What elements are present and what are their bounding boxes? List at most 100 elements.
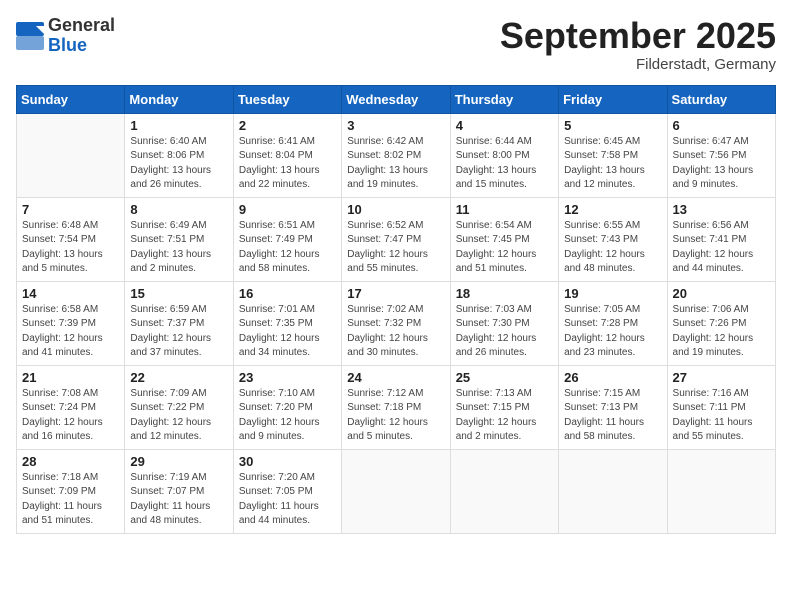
calendar-cell [667,449,775,533]
calendar-cell: 16 Sunrise: 7:01 AMSunset: 7:35 PMDayligh… [233,281,341,365]
day-number: 12 [564,202,661,217]
day-number: 11 [456,202,553,217]
calendar-body: 1 Sunrise: 6:40 AMSunset: 8:06 PMDaylight… [17,113,776,533]
calendar-cell: 17Sunrise: 7:02 AMSunset: 7:32 PMDayligh… [342,281,450,365]
day-number: 9 [239,202,336,217]
calendar-cell: 27Sunrise: 7:16 AMSunset: 7:11 PMDayligh… [667,365,775,449]
weekday-header-thursday: Thursday [450,85,558,113]
weekday-header-friday: Friday [559,85,667,113]
day-number: 5 [564,118,661,133]
day-info: Sunrise: 7:08 AMSunset: 7:24 PMDaylight:… [22,387,119,445]
calendar-cell: 18 Sunrise: 7:03 AMSunset: 7:30 PMDayligh… [450,281,558,365]
day-number: 26 [564,370,661,385]
location-text: Filderstadt, Germany [500,56,776,73]
day-number: 3 [347,118,444,133]
weekday-header-monday: Monday [125,85,233,113]
calendar-header: SundayMondayTuesdayWednesdayThursdayFrid… [17,85,776,113]
day-info: Sunrise: 6:55 AMSunset: 7:43 PMDaylight:… [564,219,661,277]
day-number: 21 [22,370,119,385]
calendar-cell: 23Sunrise: 7:10 AMSunset: 7:20 PMDayligh… [233,365,341,449]
day-info: Sunrise: 6:48 AMSunset: 7:54 PMDaylight:… [22,219,119,277]
week-row-4: 21 Sunrise: 7:08 AMSunset: 7:24 PMDayligh… [17,365,776,449]
day-number: 13 [673,202,770,217]
day-info: Sunrise: 7:03 AMSunset: 7:30 PMDaylight:… [456,303,553,361]
day-info: Sunrise: 7:13 AMSunset: 7:15 PMDaylight:… [456,387,553,445]
day-number: 7 [22,202,119,217]
calendar-cell: 21 Sunrise: 7:08 AMSunset: 7:24 PMDayligh… [17,365,125,449]
day-number: 16 [239,286,336,301]
week-row-2: 7 Sunrise: 6:48 AMSunset: 7:54 PMDaylight… [17,197,776,281]
day-info: Sunrise: 7:16 AMSunset: 7:11 PMDaylight:… [673,387,770,445]
weekday-header-saturday: Saturday [667,85,775,113]
day-number: 15 [130,286,227,301]
day-info: Sunrise: 7:01 AMSunset: 7:35 PMDaylight:… [239,303,336,361]
calendar-cell [17,113,125,197]
day-info: Sunrise: 7:15 AMSunset: 7:13 PMDaylight:… [564,387,661,445]
day-number: 28 [22,454,119,469]
calendar-cell: 15Sunrise: 6:59 AMSunset: 7:37 PMDayligh… [125,281,233,365]
logo-icon [16,22,44,50]
day-number: 14 [22,286,119,301]
day-number: 25 [456,370,553,385]
day-info: Sunrise: 7:12 AMSunset: 7:18 PMDaylight:… [347,387,444,445]
day-number: 30 [239,454,336,469]
calendar-cell [342,449,450,533]
day-number: 29 [130,454,227,469]
day-info: Sunrise: 6:41 AMSunset: 8:04 PMDaylight:… [239,135,336,193]
day-number: 19 [564,286,661,301]
calendar-cell: 4Sunrise: 6:44 AMSunset: 8:00 PMDaylight… [450,113,558,197]
calendar-cell: 6Sunrise: 6:47 AMSunset: 7:56 PMDaylight… [667,113,775,197]
calendar-cell: 5Sunrise: 6:45 AMSunset: 7:58 PMDaylight… [559,113,667,197]
day-number: 17 [347,286,444,301]
calendar-cell: 2 Sunrise: 6:41 AMSunset: 8:04 PMDaylight… [233,113,341,197]
calendar-cell: 24 Sunrise: 7:12 AMSunset: 7:18 PMDayligh… [342,365,450,449]
day-info: Sunrise: 7:18 AMSunset: 7:09 PMDaylight:… [22,471,119,529]
day-number: 8 [130,202,227,217]
title-block: September 2025 Filderstadt, Germany [500,16,776,73]
calendar-cell: 19 Sunrise: 7:05 AMSunset: 7:28 PMDayligh… [559,281,667,365]
day-number: 2 [239,118,336,133]
weekday-header-tuesday: Tuesday [233,85,341,113]
calendar-cell: 3 Sunrise: 6:42 AMSunset: 8:02 PMDaylight… [342,113,450,197]
day-number: 10 [347,202,444,217]
month-title: September 2025 [500,16,776,56]
logo: General Blue [16,16,115,56]
day-info: Sunrise: 7:05 AMSunset: 7:28 PMDaylight:… [564,303,661,361]
day-number: 1 [130,118,227,133]
calendar-cell: 20 Sunrise: 7:06 AMSunset: 7:26 PMDayligh… [667,281,775,365]
calendar-cell [450,449,558,533]
calendar-cell [559,449,667,533]
logo-general-text: General [48,16,115,36]
day-info: Sunrise: 7:09 AMSunset: 7:22 PMDaylight:… [130,387,227,445]
day-info: Sunrise: 6:49 AMSunset: 7:51 PMDaylight:… [130,219,227,277]
day-number: 24 [347,370,444,385]
calendar-cell: 1 Sunrise: 6:40 AMSunset: 8:06 PMDaylight… [125,113,233,197]
page-header: General Blue September 2025 Filderstadt,… [16,16,776,73]
day-info: Sunrise: 6:52 AMSunset: 7:47 PMDaylight:… [347,219,444,277]
calendar-cell: 7 Sunrise: 6:48 AMSunset: 7:54 PMDaylight… [17,197,125,281]
day-number: 20 [673,286,770,301]
week-row-3: 14Sunrise: 6:58 AMSunset: 7:39 PMDayligh… [17,281,776,365]
day-info: Sunrise: 6:40 AMSunset: 8:06 PMDaylight:… [130,135,227,193]
calendar-cell: 29Sunrise: 7:19 AMSunset: 7:07 PMDayligh… [125,449,233,533]
day-info: Sunrise: 6:51 AMSunset: 7:49 PMDaylight:… [239,219,336,277]
calendar-cell: 28 Sunrise: 7:18 AMSunset: 7:09 PMDayligh… [17,449,125,533]
calendar-cell: 10 Sunrise: 6:52 AMSunset: 7:47 PMDayligh… [342,197,450,281]
calendar-cell: 30Sunrise: 7:20 AMSunset: 7:05 PMDayligh… [233,449,341,533]
day-number: 4 [456,118,553,133]
calendar-cell: 12 Sunrise: 6:55 AMSunset: 7:43 PMDayligh… [559,197,667,281]
calendar-cell: 22 Sunrise: 7:09 AMSunset: 7:22 PMDayligh… [125,365,233,449]
day-info: Sunrise: 6:42 AMSunset: 8:02 PMDaylight:… [347,135,444,193]
day-number: 18 [456,286,553,301]
day-info: Sunrise: 7:06 AMSunset: 7:26 PMDaylight:… [673,303,770,361]
calendar-cell: 25 Sunrise: 7:13 AMSunset: 7:15 PMDayligh… [450,365,558,449]
day-number: 6 [673,118,770,133]
weekday-row: SundayMondayTuesdayWednesdayThursdayFrid… [17,85,776,113]
day-info: Sunrise: 6:54 AMSunset: 7:45 PMDaylight:… [456,219,553,277]
week-row-1: 1 Sunrise: 6:40 AMSunset: 8:06 PMDaylight… [17,113,776,197]
calendar-cell: 8 Sunrise: 6:49 AMSunset: 7:51 PMDaylight… [125,197,233,281]
day-number: 22 [130,370,227,385]
week-row-5: 28 Sunrise: 7:18 AMSunset: 7:09 PMDayligh… [17,449,776,533]
day-number: 23 [239,370,336,385]
calendar-table: SundayMondayTuesdayWednesdayThursdayFrid… [16,85,776,534]
